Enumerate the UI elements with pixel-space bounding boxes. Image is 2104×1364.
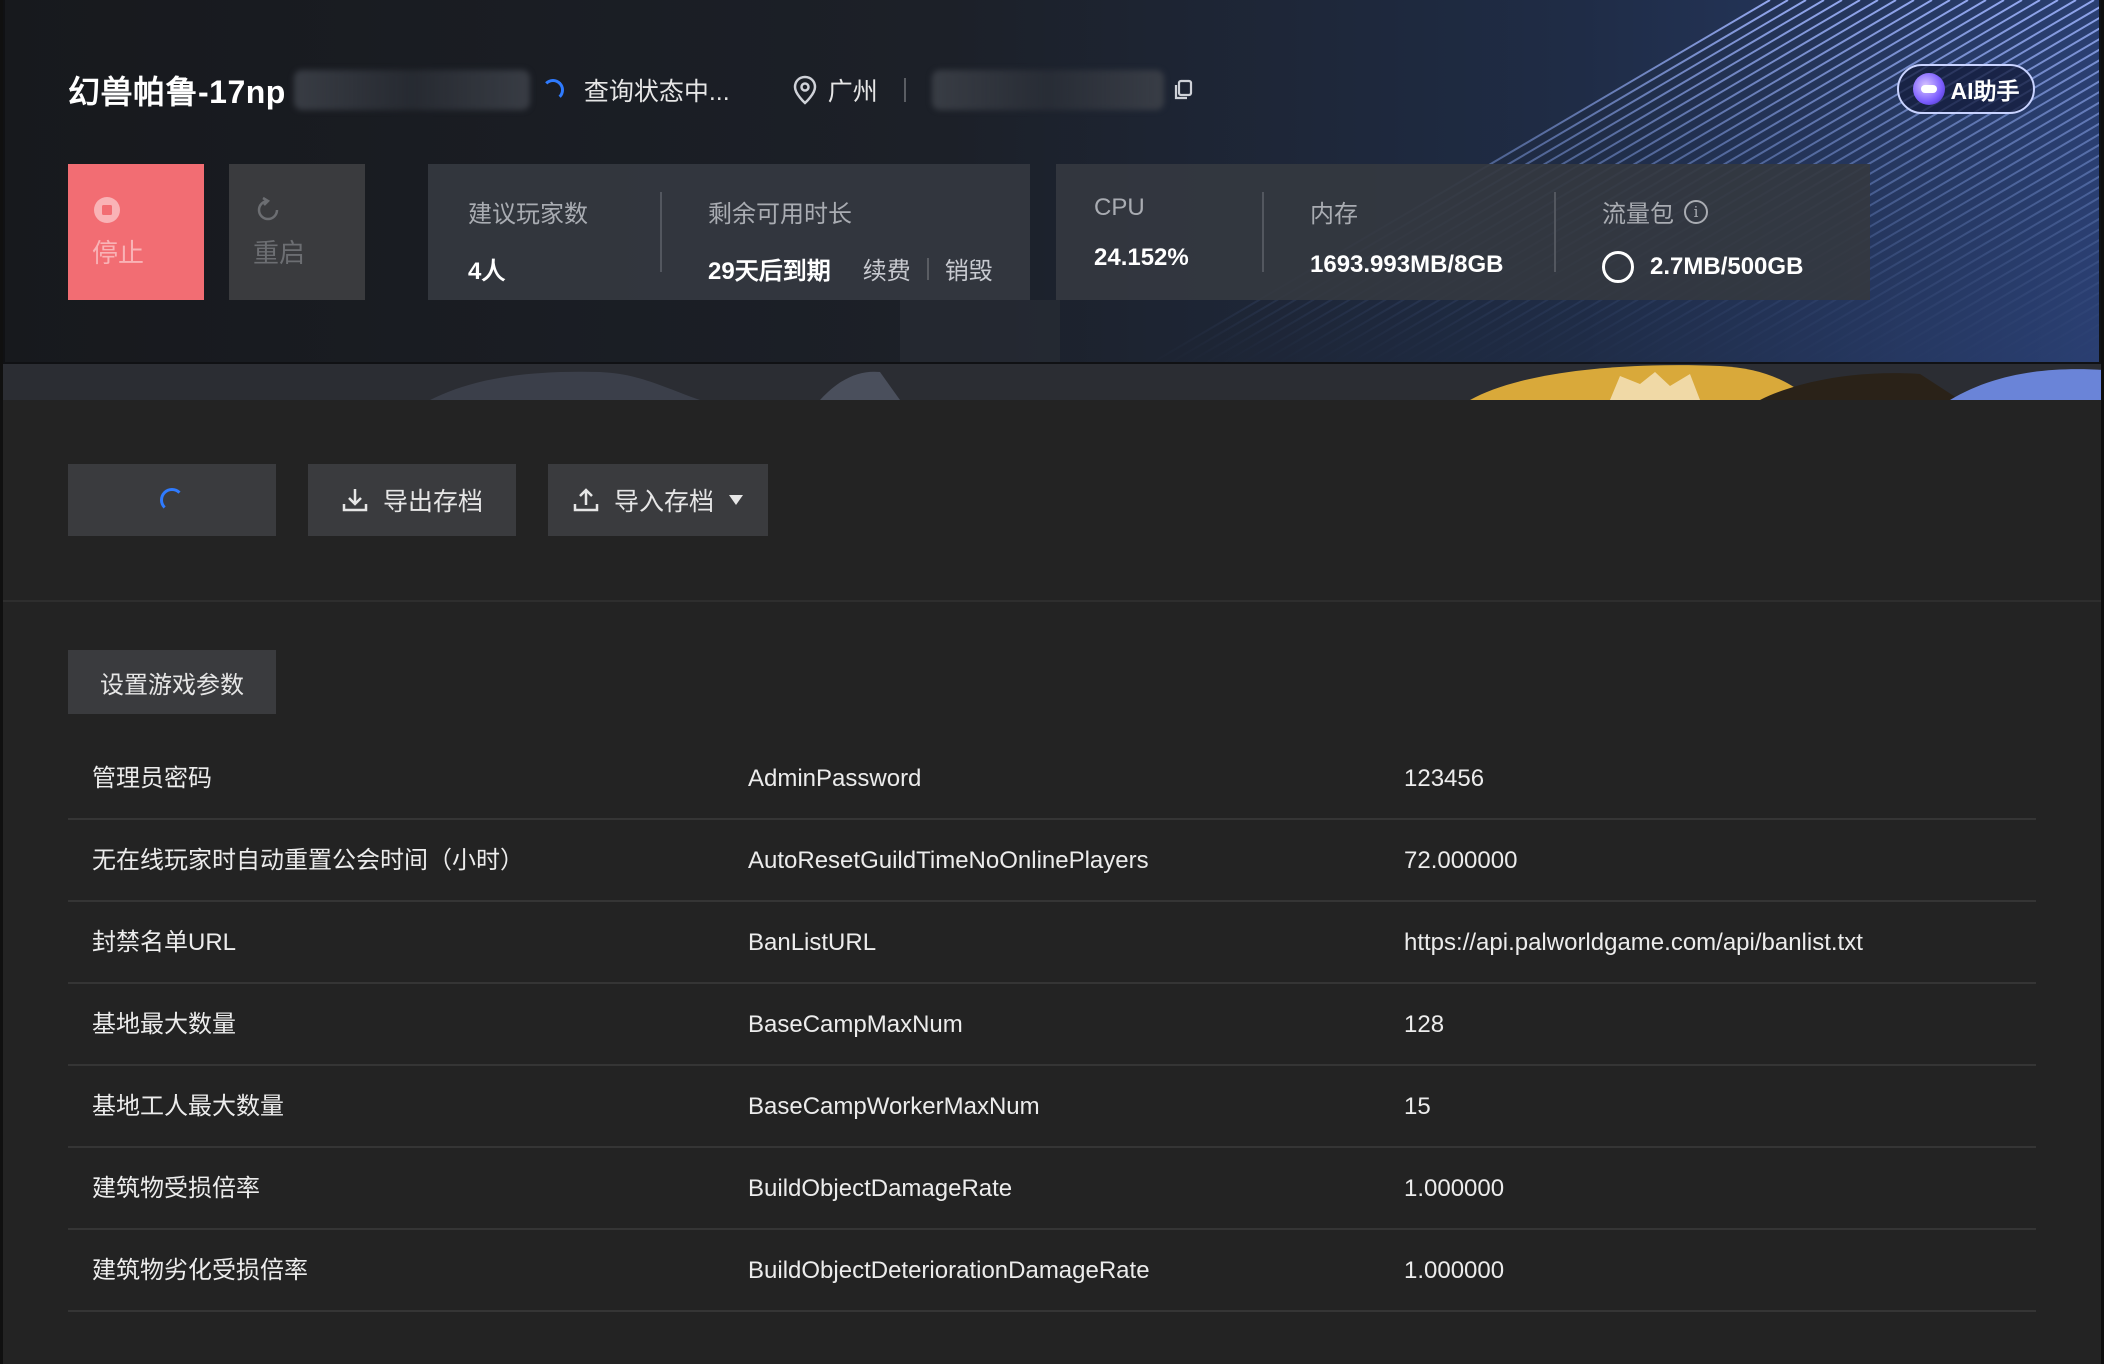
memory-label: 内存 — [1310, 201, 1358, 228]
renew-link[interactable]: 续费 — [863, 251, 911, 286]
divider — [1554, 192, 1556, 272]
set-game-params-button[interactable]: 设置游戏参数 — [68, 650, 276, 714]
traffic-cell: 流量包 i 2.7MB/500GB — [1602, 194, 1803, 283]
refresh-icon — [257, 196, 279, 220]
param-value: 1.000000 — [1404, 1175, 1505, 1202]
divider — [660, 192, 662, 272]
redacted-server-id — [293, 70, 530, 110]
param-name: 管理员密码 — [92, 765, 212, 792]
restart-button[interactable]: 重启 — [229, 164, 365, 300]
game-params-table: 管理员密码 AdminPassword 123456 无在线玩家时自动重置公会时间（小… — [68, 738, 2036, 1312]
param-key: BuildObjectDeteriorationDamageRate — [748, 1257, 1150, 1284]
stop-icon — [94, 196, 120, 223]
stop-button[interactable]: 停止 — [68, 164, 204, 300]
cpu-value: 24.152% — [1094, 244, 1189, 271]
param-name: 无在线玩家时自动重置公会时间（小时） — [92, 847, 524, 874]
param-name: 建筑物受损倍率 — [92, 1175, 260, 1202]
stop-label: 停止 — [92, 237, 145, 268]
remaining-cell: 剩余可用时长 29天后到期 续费 销毁 — [708, 194, 993, 286]
param-row: 建筑物受损倍率 BuildObjectDamageRate 1.000000 — [68, 1148, 2036, 1230]
cpu-label: CPU — [1094, 194, 1145, 221]
loading-button[interactable] — [68, 464, 276, 536]
traffic-label-row: 流量包 i — [1602, 194, 1803, 229]
divider — [903, 78, 906, 102]
divider — [1262, 192, 1264, 272]
param-value: https://api.palworldgame.com/api/banlist… — [1404, 929, 1863, 956]
copy-icon[interactable] — [1172, 79, 1194, 101]
param-key: BaseCampMaxNum — [748, 1011, 963, 1038]
region-text: 广州 — [827, 78, 878, 106]
location-pin-icon — [792, 75, 818, 105]
ai-assistant-label: AI助手 — [1950, 78, 2020, 104]
server-name: 幻兽帕鲁-17np — [68, 74, 286, 110]
remaining-value: 29天后到期 — [708, 258, 831, 285]
param-row: 管理员密码 AdminPassword 123456 — [68, 738, 2036, 820]
divider — [926, 257, 929, 280]
info-icon[interactable]: i — [1684, 199, 1708, 224]
ai-robot-icon — [1912, 73, 1945, 105]
param-key: AdminPassword — [748, 765, 922, 792]
param-name: 基地最大数量 — [92, 1011, 236, 1038]
param-key: BanListURL — [748, 929, 877, 956]
server-header: 幻兽帕鲁-17np 查询状态中... 广州 AI助手 停止 重启 建议玩家数 4… — [0, 0, 2104, 400]
param-value: 128 — [1404, 1011, 1445, 1038]
import-save-label: 导入存档 — [613, 488, 714, 516]
traffic-row: 2.7MB/500GB — [1602, 251, 1803, 283]
param-key: AutoResetGuildTimeNoOnlinePlayers — [748, 847, 1149, 874]
remaining-label: 剩余可用时长 — [708, 201, 852, 228]
param-key: BaseCampWorkerMaxNum — [748, 1093, 1040, 1120]
restart-label: 重启 — [253, 237, 306, 268]
status-text: 查询状态中... — [583, 78, 730, 106]
param-key: BuildObjectDamageRate — [748, 1175, 1013, 1202]
redacted-ip-address — [931, 70, 1164, 110]
param-row: 基地最大数量 BaseCampMaxNum 128 — [68, 984, 2036, 1066]
memory-value: 1693.993MB/8GB — [1310, 251, 1504, 278]
players-duration-card: 建议玩家数 4人 剩余可用时长 29天后到期 续费 销毁 — [428, 164, 1030, 300]
traffic-progress-ring-icon — [1602, 251, 1634, 283]
window-left-edge — [0, 0, 3, 1364]
players-value: 4人 — [468, 258, 506, 285]
resources-card: CPU 24.152% 内存 1693.993MB/8GB 流量包 i 2.7M… — [1056, 164, 1870, 300]
param-row: 封禁名单URL BanListURL https://api.palworldgam… — [68, 902, 2036, 984]
upload-icon — [573, 488, 599, 512]
param-value: 1.000000 — [1404, 1257, 1505, 1284]
players-label: 建议玩家数 — [468, 201, 588, 228]
memory-cell: 内存 1693.993MB/8GB — [1310, 194, 1503, 279]
param-row: 基地工人最大数量 BaseCampWorkerMaxNum 15 — [68, 1066, 2036, 1148]
param-name: 基地工人最大数量 — [92, 1093, 284, 1120]
export-save-label: 导出存档 — [382, 488, 483, 516]
cpu-cell: CPU 24.152% — [1094, 194, 1189, 272]
players-cell: 建议玩家数 4人 — [468, 194, 588, 286]
param-name: 建筑物劣化受损倍率 — [92, 1257, 308, 1284]
export-save-button[interactable]: 导出存档 — [308, 464, 516, 536]
param-row: 无在线玩家时自动重置公会时间（小时） AutoResetGuildTimeNoOn… — [68, 820, 2036, 902]
param-value: 123456 — [1404, 765, 1485, 792]
title-row: 幻兽帕鲁-17np 查询状态中... 广州 — [68, 62, 1194, 118]
param-row: 建筑物劣化受损倍率 BuildObjectDeteriorationDamageR… — [68, 1230, 2036, 1312]
param-value: 15 — [1404, 1093, 1431, 1120]
download-icon — [342, 489, 368, 512]
import-save-dropdown[interactable]: 导入存档 — [548, 464, 768, 536]
traffic-label: 流量包 — [1602, 201, 1674, 228]
loading-spinner-icon — [160, 488, 184, 512]
caret-down-icon — [729, 495, 743, 505]
param-value: 72.000000 — [1404, 847, 1518, 874]
loading-spinner-icon — [541, 79, 564, 101]
remaining-row: 29天后到期 续费 销毁 — [708, 251, 993, 286]
ai-assistant-button[interactable]: AI助手 — [1897, 64, 2035, 114]
traffic-value: 2.7MB/500GB — [1650, 253, 1804, 280]
param-name: 封禁名单URL — [92, 929, 237, 956]
destroy-link[interactable]: 销毁 — [945, 251, 993, 286]
